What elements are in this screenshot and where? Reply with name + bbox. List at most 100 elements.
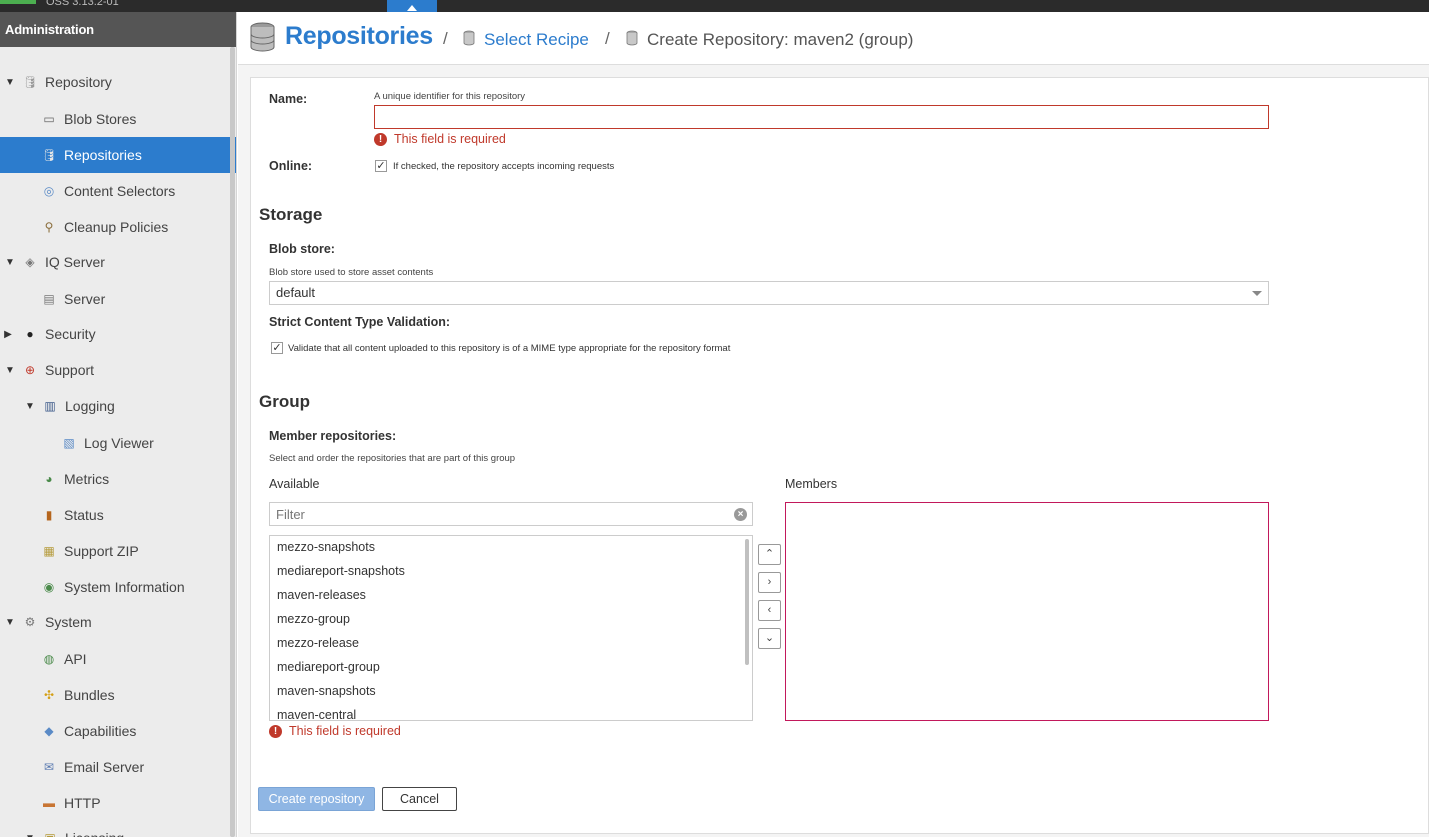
sidebar-item-system[interactable]: ▼ ⚙ System bbox=[0, 604, 236, 640]
member-repositories-help: Select and order the repositories that a… bbox=[269, 453, 516, 464]
list-item[interactable]: mediareport-group bbox=[277, 660, 380, 674]
version-text: OSS 3.13.2-01 bbox=[46, 0, 119, 8]
clear-filter-icon[interactable]: × bbox=[734, 508, 747, 521]
book-icon: ▥ bbox=[44, 399, 56, 413]
chevron-down-icon[interactable]: ▼ bbox=[5, 257, 15, 268]
sidebar-item-label: IQ Server bbox=[45, 254, 105, 270]
sidebar-item-metrics[interactable]: ◕ Metrics bbox=[0, 461, 236, 497]
filter-input[interactable] bbox=[269, 502, 753, 526]
move-up-button[interactable]: ⌃ bbox=[758, 544, 781, 565]
available-list-scrollbar[interactable] bbox=[745, 539, 749, 665]
sidebar-header: Administration bbox=[0, 12, 236, 47]
sidebar-item-label: API bbox=[64, 651, 87, 667]
database-icon: 🛢 bbox=[22, 75, 38, 89]
storage-heading: Storage bbox=[259, 205, 323, 224]
sidebar-scrollbar[interactable] bbox=[230, 47, 235, 837]
strict-validation-checkbox[interactable]: ✓ bbox=[271, 342, 283, 354]
sidebar-item-label: Logging bbox=[65, 398, 115, 414]
move-down-button[interactable]: ⌄ bbox=[758, 628, 781, 649]
list-item[interactable]: mezzo-release bbox=[277, 636, 359, 650]
blob-store-select[interactable]: default bbox=[269, 281, 1269, 305]
create-repository-button[interactable]: Create repository bbox=[258, 787, 375, 811]
cancel-button[interactable]: Cancel bbox=[382, 787, 457, 811]
online-label: Online: bbox=[269, 159, 313, 173]
gear-icon: ⚙ bbox=[24, 615, 36, 629]
sidebar-item-label: Content Selectors bbox=[64, 183, 176, 199]
sidebar-item-log-viewer[interactable]: ▧ Log Viewer bbox=[0, 425, 236, 461]
online-checkbox[interactable]: ✓ bbox=[375, 160, 387, 172]
add-member-button[interactable]: › bbox=[758, 572, 781, 593]
list-item[interactable]: mezzo-group bbox=[277, 612, 350, 626]
admin-mode-tab[interactable] bbox=[387, 0, 437, 12]
selector-icon: ◎ bbox=[43, 184, 55, 198]
sidebar-item-security[interactable]: ▶ ● Security bbox=[0, 316, 236, 352]
sidebar: Administration ▼ 🛢 Repository ▭ Blob Stores 🛢… bbox=[0, 12, 237, 837]
database-icon: 🛢 bbox=[41, 148, 57, 162]
member-repositories-label: Member repositories: bbox=[269, 429, 397, 443]
members-error: ! This field is required bbox=[269, 724, 401, 738]
blob-store-value: default bbox=[276, 285, 316, 300]
server-icon: ▭ bbox=[43, 112, 55, 126]
breadcrumb: Repositories / Select Recipe / Create Re… bbox=[238, 12, 1429, 65]
list-item[interactable]: maven-releases bbox=[277, 588, 366, 602]
strict-validation-label: Strict Content Type Validation: bbox=[269, 315, 451, 329]
remove-member-button[interactable]: ‹ bbox=[758, 600, 781, 621]
sidebar-item-label: Support bbox=[45, 362, 95, 378]
sidebar-item-cleanup-policies[interactable]: ⚲ Cleanup Policies bbox=[0, 209, 236, 245]
list-item[interactable]: mediareport-snapshots bbox=[277, 564, 405, 578]
broom-icon: ⚲ bbox=[44, 220, 54, 234]
breadcrumb-select-recipe-link[interactable]: Select Recipe bbox=[484, 30, 589, 50]
list-item[interactable]: maven-snapshots bbox=[277, 684, 376, 698]
sidebar-item-label: Licensing bbox=[65, 830, 124, 837]
sidebar-item-support-zip[interactable]: ▦ Support ZIP bbox=[0, 533, 236, 569]
page-title[interactable]: Repositories bbox=[285, 22, 433, 51]
chevron-right-icon[interactable]: ▶ bbox=[3, 329, 13, 340]
sidebar-item-api[interactable]: ◍ API bbox=[0, 641, 236, 677]
sidebar-item-blob-stores[interactable]: ▭ Blob Stores bbox=[0, 101, 236, 137]
sidebar-item-label: Repositories bbox=[64, 147, 142, 163]
list-item[interactable]: mezzo-snapshots bbox=[277, 540, 375, 554]
online-help: If checked, the repository accepts incom… bbox=[393, 161, 615, 172]
chevron-down-icon[interactable]: ▼ bbox=[25, 401, 35, 412]
sidebar-item-iq-server[interactable]: ▼ ◈ IQ Server bbox=[0, 244, 236, 280]
sidebar-item-repositories[interactable]: 🛢 Repositories bbox=[0, 137, 236, 173]
license-icon: ▣ bbox=[42, 830, 58, 837]
available-list[interactable]: mezzo-snapshots mediareport-snapshots mave… bbox=[269, 535, 753, 721]
globe-icon: ◉ bbox=[43, 580, 55, 594]
name-input[interactable] bbox=[374, 105, 1269, 129]
sidebar-item-email-server[interactable]: ✉ Email Server bbox=[0, 749, 236, 785]
strict-validation-help: Validate that all content uploaded to th… bbox=[288, 343, 731, 354]
chevron-down-icon[interactable]: ▼ bbox=[25, 833, 35, 837]
sidebar-item-label: System Information bbox=[64, 579, 185, 595]
sidebar-item-status[interactable]: ▮ Status bbox=[0, 497, 236, 533]
list-item[interactable]: maven-central bbox=[277, 708, 356, 720]
breadcrumb-separator: / bbox=[443, 29, 448, 48]
sidebar-item-label: Log Viewer bbox=[84, 435, 154, 451]
sidebar-item-label: Blob Stores bbox=[64, 111, 137, 127]
sidebar-item-repository[interactable]: ▼ 🛢 Repository bbox=[0, 64, 236, 100]
sidebar-item-http[interactable]: ▬ HTTP bbox=[0, 785, 236, 821]
database-icon bbox=[463, 30, 475, 46]
lifebuoy-icon: ⊕ bbox=[24, 363, 36, 377]
chevron-down-icon[interactable]: ▼ bbox=[5, 365, 15, 376]
database-icon bbox=[626, 30, 638, 46]
iq-icon: ◈ bbox=[25, 255, 35, 269]
sidebar-item-system-information[interactable]: ◉ System Information bbox=[0, 569, 236, 605]
chevron-down-icon[interactable]: ▼ bbox=[5, 617, 15, 628]
chevron-down-icon[interactable]: ▼ bbox=[5, 77, 15, 88]
available-label: Available bbox=[269, 477, 320, 491]
sidebar-item-content-selectors[interactable]: ◎ Content Selectors bbox=[0, 173, 236, 209]
sidebar-item-bundles[interactable]: ✣ Bundles bbox=[0, 677, 236, 713]
sidebar-item-server[interactable]: ▤ Server bbox=[0, 281, 236, 317]
members-list[interactable] bbox=[785, 502, 1269, 721]
sidebar-item-licensing[interactable]: ▼ ▣ Licensing bbox=[0, 820, 236, 837]
members-label: Members bbox=[785, 477, 838, 491]
blob-store-help: Blob store used to store asset contents bbox=[269, 267, 434, 278]
sidebar-item-logging[interactable]: ▼ ▥ Logging bbox=[0, 388, 236, 424]
sidebar-item-support[interactable]: ▼ ⊕ Support bbox=[0, 352, 236, 388]
pie-chart-icon: ◕ bbox=[45, 472, 53, 486]
sidebar-item-label: Bundles bbox=[64, 687, 115, 703]
sidebar-item-label: Status bbox=[64, 507, 104, 523]
sidebar-item-capabilities[interactable]: ◆ Capabilities bbox=[0, 713, 236, 749]
main-content: Repositories / Select Recipe / Create Re… bbox=[238, 12, 1429, 837]
